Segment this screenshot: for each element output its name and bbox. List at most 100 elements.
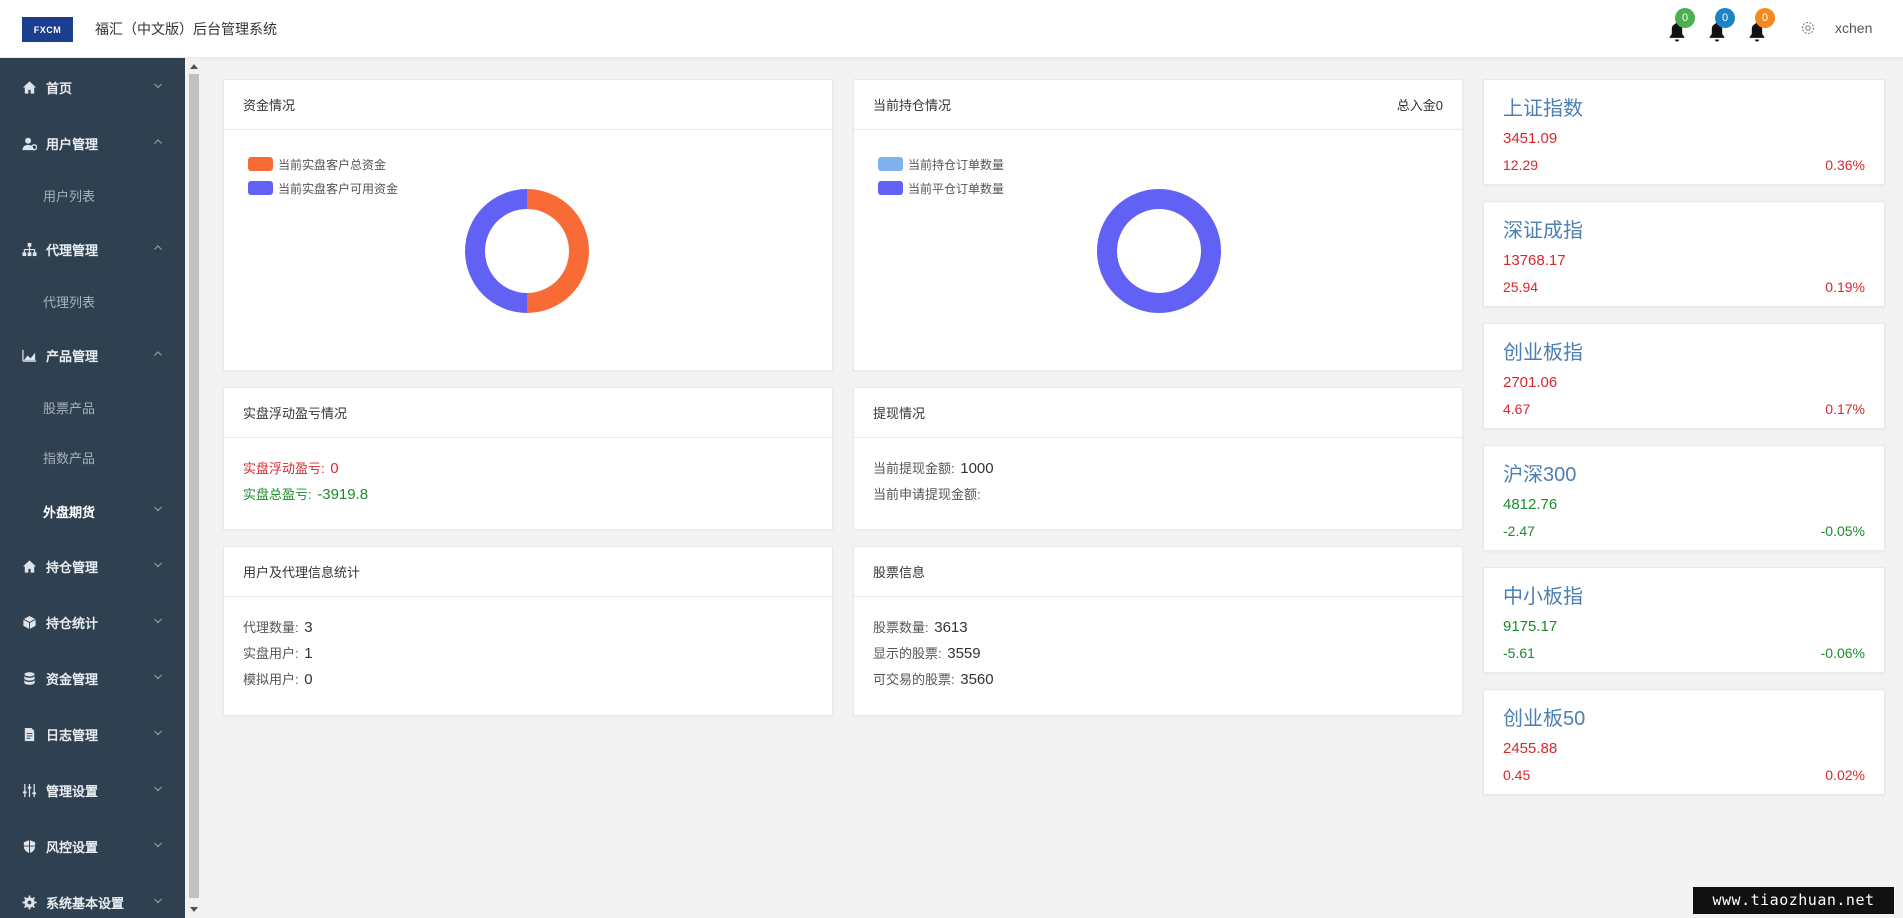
sidebar-item-logs[interactable]: 日志管理 <box>0 711 185 757</box>
shown-stocks-row: 显示的股票: 3559 <box>873 641 1443 667</box>
index-change: 12.29 <box>1503 157 1539 173</box>
sidebar-item-products[interactable]: 产品管理 <box>0 332 185 378</box>
index-change-percent: 0.17% <box>1825 401 1865 417</box>
sidebar-item-positions[interactable]: 持仓管理 <box>0 543 185 589</box>
panel-header: 当前持仓情况 总入金0 <box>854 80 1462 130</box>
total-pnl-value: -3919.8 <box>317 486 369 503</box>
sidebar-item-users[interactable]: 用户管理 <box>0 120 185 166</box>
panel-header: 提现情况 <box>854 388 1462 438</box>
index-card[interactable]: 创业板指 2701.06 4.67 0.17% <box>1483 323 1885 429</box>
legend-label: 当前实盘客户总资金 <box>278 157 387 172</box>
notification-badge: 0 <box>1755 8 1775 28</box>
sidebar-item-label: 资金管理 <box>46 671 99 687</box>
index-name: 沪深300 <box>1503 464 1577 486</box>
panel-header: 用户及代理信息统计 <box>224 547 832 597</box>
panel-header: 股票信息 <box>854 547 1462 597</box>
legend-item[interactable]: 当前实盘客户总资金 <box>248 152 398 176</box>
scroll-up-arrow[interactable] <box>190 64 198 69</box>
index-card[interactable]: 创业板50 2455.88 0.45 0.02% <box>1483 689 1885 795</box>
sidebar-item-label: 持仓统计 <box>46 615 99 631</box>
home-icon <box>22 80 37 94</box>
pnl-panel: 实盘浮动盈亏情况 实盘浮动盈亏: 0 实盘总盈亏: -3919.8 <box>223 387 833 530</box>
home-icon <box>22 559 37 573</box>
legend-item[interactable]: 当前实盘客户可用资金 <box>248 176 398 200</box>
scrollbar-thumb[interactable] <box>189 74 199 898</box>
donut-slice[interactable] <box>527 189 589 313</box>
sidebar-item-user-list[interactable]: 用户列表 <box>43 186 95 205</box>
notification-bell-1[interactable]: 0 <box>1665 8 1695 42</box>
stock-count-row: 股票数量: 3613 <box>873 615 1443 641</box>
chevron-down-icon <box>154 786 162 792</box>
index-change-percent: 0.36% <box>1825 157 1865 173</box>
index-card[interactable]: 上证指数 3451.09 12.29 0.36% <box>1483 79 1885 185</box>
notification-badge: 0 <box>1715 8 1735 28</box>
chevron-down-icon <box>154 898 162 904</box>
apply-withdraw-row: 当前申请提现金额: <box>873 482 1443 508</box>
index-card[interactable]: 中小板指 9175.17 -5.61 -0.06% <box>1483 567 1885 673</box>
chevron-down-icon <box>154 674 162 680</box>
sidebar-item-home[interactable]: 首页 <box>0 64 185 110</box>
chevron-up-icon <box>154 139 162 144</box>
panel-title: 用户及代理信息统计 <box>243 565 361 580</box>
fxcm-logo[interactable]: FXCM <box>22 17 73 42</box>
scroll-down-arrow[interactable] <box>190 907 198 912</box>
stock-count-label: 股票数量: <box>873 620 929 635</box>
legend-item[interactable]: 当前持仓订单数量 <box>878 152 1004 176</box>
donut-slice[interactable] <box>465 189 527 313</box>
index-name: 创业板50 <box>1503 708 1586 730</box>
sim-users-row: 模拟用户: 0 <box>243 667 813 693</box>
sidebar-item-label: 代理管理 <box>46 242 99 258</box>
notification-bell-2[interactable]: 0 <box>1705 8 1735 42</box>
chevron-down-icon <box>154 730 162 736</box>
sidebar-item-agents[interactable]: 代理管理 <box>0 226 185 272</box>
username-link[interactable]: xchen <box>1835 20 1872 36</box>
current-withdraw-label: 当前提现金额: <box>873 461 955 476</box>
legend-swatch <box>878 181 903 195</box>
legend-item[interactable]: 当前平仓订单数量 <box>878 176 1004 200</box>
chevron-down-icon <box>154 618 162 624</box>
index-name: 深证成指 <box>1503 220 1583 242</box>
sim-users-value: 0 <box>304 671 313 688</box>
notification-bell-3[interactable]: 0 <box>1745 8 1775 42</box>
sidebar-item-foreign-futures[interactable]: 外盘期货 <box>43 502 95 521</box>
legend-swatch <box>878 157 903 171</box>
sidebar-item-agent-list[interactable]: 代理列表 <box>43 292 95 311</box>
current-withdraw-row: 当前提现金额: 1000 <box>873 456 1443 482</box>
site-watermark: www.tiaozhuan.net <box>1693 887 1894 914</box>
sidebar-item-admin-settings[interactable]: 管理设置 <box>0 767 185 813</box>
donut-slice[interactable] <box>1097 189 1221 313</box>
real-users-row: 实盘用户: 1 <box>243 641 813 667</box>
index-change: 25.94 <box>1503 279 1539 295</box>
sidebar-item-risk-settings[interactable]: 风控设置 <box>0 823 185 869</box>
sidebar-item-system-settings[interactable]: 系统基本设置 <box>0 879 185 918</box>
file-icon <box>24 727 35 741</box>
positions-donut-chart[interactable] <box>1087 179 1231 323</box>
agent-count-row: 代理数量: 3 <box>243 615 813 641</box>
sidebar-item-stock-products[interactable]: 股票产品 <box>43 398 95 417</box>
panel-title: 股票信息 <box>873 565 926 580</box>
shield-icon <box>23 839 36 853</box>
index-change-percent: 0.19% <box>1825 279 1865 295</box>
index-change: -5.61 <box>1503 645 1535 661</box>
index-card[interactable]: 沪深300 4812.76 -2.47 -0.05% <box>1483 445 1885 551</box>
index-card[interactable]: 深证成指 13768.17 25.94 0.19% <box>1483 201 1885 307</box>
sidebar-item-position-stats[interactable]: 持仓统计 <box>0 599 185 645</box>
sidebar-item-label: 持仓管理 <box>46 559 99 575</box>
panel-title: 资金情况 <box>243 98 296 113</box>
sidebar-item-label: 首页 <box>46 80 73 96</box>
panel-title: 实盘浮动盈亏情况 <box>243 406 348 421</box>
sidebar-item-funds[interactable]: 资金管理 <box>0 655 185 701</box>
funds-donut-chart[interactable] <box>455 179 599 323</box>
chart-legend: 当前持仓订单数量 当前平仓订单数量 <box>878 152 1004 200</box>
legend-label: 当前持仓订单数量 <box>908 157 1005 172</box>
tradable-stocks-label: 可交易的股票: <box>873 672 955 687</box>
chart-legend: 当前实盘客户总资金 当前实盘客户可用资金 <box>248 152 398 200</box>
sidebar-item-index-products[interactable]: 指数产品 <box>43 448 95 467</box>
cube-icon <box>23 615 36 629</box>
notification-badge: 0 <box>1675 8 1695 28</box>
sitemap-icon <box>22 242 37 256</box>
sidebar-scrollbar[interactable] <box>188 58 200 918</box>
panel-body: 股票数量: 3613 显示的股票: 3559 可交易的股票: 3560 <box>854 597 1462 711</box>
gear-icon <box>22 894 37 910</box>
gear-icon[interactable] <box>1800 20 1816 36</box>
